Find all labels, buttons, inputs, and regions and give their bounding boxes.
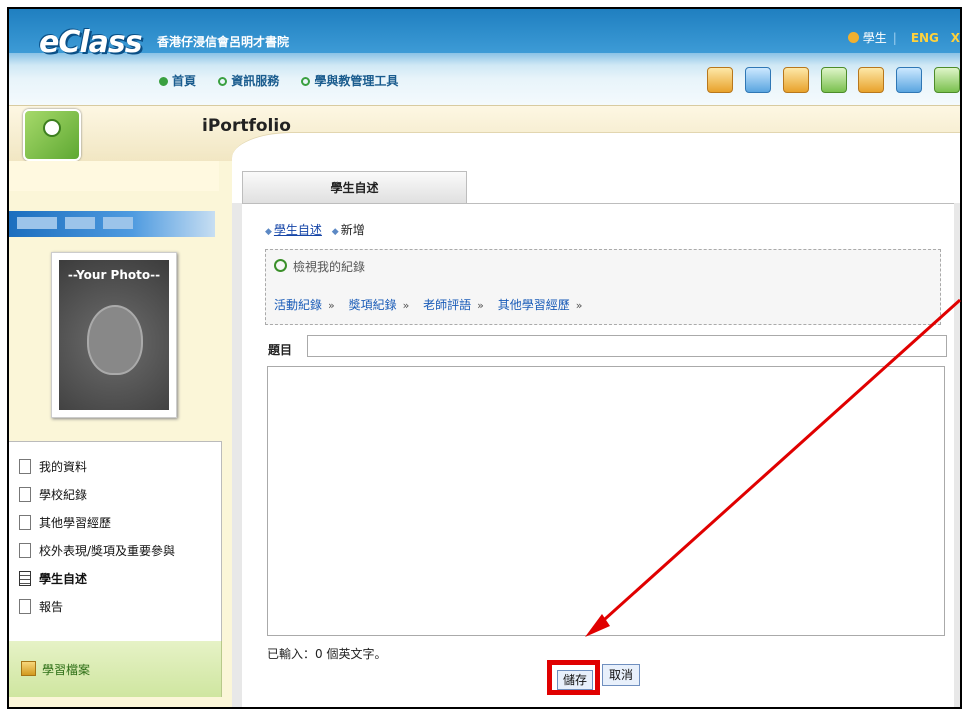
- link-teacher-comments[interactable]: 老師評語: [423, 298, 471, 312]
- circle-icon: [301, 77, 311, 86]
- tab-self-account[interactable]: 學生自述: [242, 171, 467, 203]
- view-records[interactable]: 檢視我的紀錄: [274, 258, 365, 275]
- link-activity-records[interactable]: 活動紀錄: [274, 298, 322, 312]
- title-input[interactable]: [307, 335, 947, 357]
- records-panel: 檢視我的紀錄 活動紀錄» 獎項紀錄» 老師評語» 其他學習經歷»: [265, 249, 941, 325]
- document-icon: [19, 571, 31, 586]
- tool-icon-3[interactable]: [782, 67, 809, 93]
- sidebar-menu: 我的資料 學校紀錄 其他學習經歷 校外表現/獎項及重要參與 學生自述 報告: [9, 441, 222, 643]
- link-award-records[interactable]: 獎項紀錄: [349, 298, 397, 312]
- save-button[interactable]: 儲存: [557, 670, 593, 690]
- sidebar-item-ole[interactable]: 其他學習經歷: [19, 514, 111, 536]
- folder-icon: [21, 661, 36, 676]
- student-photo: --Your Photo--: [51, 252, 177, 418]
- document-icon: [19, 543, 31, 558]
- browser-frame: eClass 香港仔浸信會呂明才書院 學生 | ENG X 首頁 資訊服務 學與教管…: [7, 7, 962, 709]
- tool-icon-1[interactable]: [707, 67, 734, 93]
- sidebar-item-external-performance[interactable]: 校外表現/獎項及重要參與: [19, 542, 175, 564]
- eclass-logo[interactable]: eClass: [39, 25, 143, 60]
- close-link[interactable]: X: [951, 31, 960, 45]
- photo-caption: --Your Photo--: [67, 268, 161, 282]
- tool-icon-6[interactable]: [896, 67, 923, 93]
- student-name-bar: [9, 211, 215, 237]
- circle-icon: [218, 77, 228, 86]
- user-box: 學生 | ENG X: [847, 29, 960, 46]
- home-icon: [159, 77, 168, 86]
- tool-icon-5[interactable]: [858, 67, 885, 93]
- sidebar-item-my-info[interactable]: 我的資料: [19, 458, 87, 480]
- sidebar-item-report[interactable]: 報告: [19, 598, 63, 620]
- breadcrumb: ◆ 學生自述 ◆ 新增: [265, 223, 365, 237]
- body-textarea[interactable]: [267, 366, 945, 636]
- top-bar: eClass 香港仔浸信會呂明才書院 學生 | ENG X 首頁 資訊服務 學與教管…: [9, 9, 960, 109]
- learning-folder[interactable]: 學習檔案: [9, 641, 222, 697]
- iportfolio-icon: [23, 109, 81, 161]
- main-nav: 首頁 資訊服務 學與教管理工具: [159, 72, 416, 89]
- document-icon: [19, 599, 31, 614]
- nav-info-services[interactable]: 資訊服務: [218, 74, 279, 88]
- save-highlight: 儲存: [547, 660, 600, 695]
- tool-icon-2[interactable]: [744, 67, 771, 93]
- link-ole[interactable]: 其他學習經歷: [498, 298, 570, 312]
- char-counter: 已輸入：0 個英文字。: [267, 647, 387, 661]
- lang-toggle[interactable]: ENG: [911, 31, 939, 45]
- nav-home[interactable]: 首頁: [159, 74, 196, 88]
- sidebar-item-school-records[interactable]: 學校紀錄: [19, 486, 87, 508]
- sidebar: --Your Photo-- 我的資料 學校紀錄 其他學習經歷 校外表現/獎項及…: [9, 161, 232, 707]
- tool-icons: [699, 67, 960, 96]
- breadcrumb-link[interactable]: 學生自述: [274, 223, 322, 237]
- search-icon: [274, 259, 287, 272]
- cancel-button[interactable]: 取消: [602, 664, 640, 686]
- module-header: iPortfolio: [9, 105, 960, 162]
- document-icon: [19, 515, 31, 530]
- school-name: 香港仔浸信會呂明才書院: [157, 35, 290, 49]
- breadcrumb-current: 新增: [340, 223, 365, 237]
- user-icon: [847, 32, 859, 43]
- record-links: 活動紀錄» 獎項紀錄» 老師評語» 其他學習經歷»: [274, 298, 583, 312]
- title-label: 題目: [268, 343, 293, 357]
- document-icon: [19, 487, 31, 502]
- placeholder-face-icon: [87, 305, 143, 375]
- tool-icon-7[interactable]: [934, 67, 960, 93]
- tool-icon-4[interactable]: [820, 67, 847, 93]
- main-content: 學生自述 ◆ 學生自述 ◆ 新增 檢視我的紀錄 活動紀錄» 獎項紀錄» 老師評語» …: [232, 161, 960, 707]
- user-label[interactable]: 學生: [863, 31, 887, 45]
- sidebar-item-self-account[interactable]: 學生自述: [19, 570, 87, 592]
- nav-teaching-tools[interactable]: 學與教管理工具: [301, 74, 398, 88]
- document-icon: [19, 459, 31, 474]
